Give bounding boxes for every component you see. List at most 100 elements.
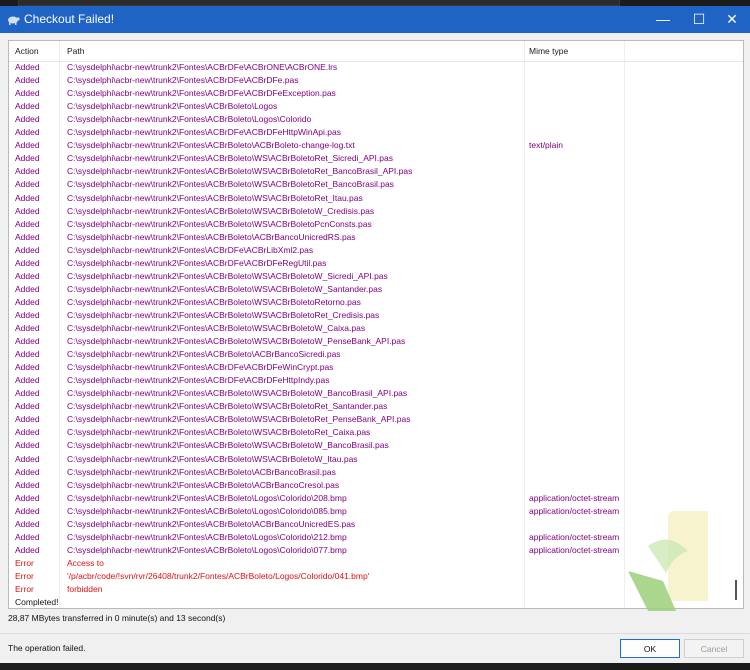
list-item[interactable]: Added C:\sysdelphi\acbr-new\trunk2\Fontes… — [9, 296, 743, 309]
close-button[interactable]: ✕ — [714, 6, 750, 33]
list-item[interactable]: Added C:\sysdelphi\acbr-new\trunk2\Fontes… — [9, 361, 743, 374]
list-item[interactable]: Added C:\sysdelphi\acbr-new\trunk2\Fontes… — [9, 257, 743, 270]
list-item[interactable]: Added C:\sysdelphi\acbr-new\trunk2\Fontes… — [9, 453, 743, 466]
maximize-button[interactable]: ☐ — [681, 6, 717, 33]
row-path: C:\sysdelphi\acbr-new\trunk2\Fontes\ACBr… — [67, 531, 347, 542]
row-path: C:\sysdelphi\acbr-new\trunk2\Fontes\ACBr… — [67, 323, 366, 333]
column-header-action[interactable]: Action — [15, 46, 39, 56]
row-path: C:\sysdelphi\acbr-new\trunk2\Fontes\ACBr… — [67, 414, 411, 425]
list-item[interactable]: Added C:\sysdelphi\acbr-new\trunk2\Fontes… — [9, 192, 743, 205]
list-item[interactable]: Added C:\sysdelphi\acbr-new\trunk2\Fontes… — [9, 205, 743, 218]
list-item[interactable]: Added C:\sysdelphi\acbr-new\trunk2\Fontes… — [9, 126, 743, 139]
list-item[interactable]: Added C:\sysdelphi\acbr-new\trunk2\Fontes… — [9, 178, 743, 191]
row-path: C:\sysdelphi\acbr-new\trunk2\Fontes\ACBr… — [67, 218, 372, 229]
row-action: Added — [15, 153, 40, 164]
row-action: Added — [15, 127, 40, 138]
row-path: C:\sysdelphi\acbr-new\trunk2\Fontes\ACBr… — [67, 401, 388, 412]
row-path: C:\sysdelphi\acbr-new\trunk2\Fontes\ACBr… — [67, 362, 334, 373]
row-action: Added — [15, 88, 40, 99]
list-item[interactable]: Added C:\sysdelphi\acbr-new\trunk2\Fontes… — [9, 387, 743, 400]
row-action: Added — [15, 231, 40, 242]
row-path: Access to — [67, 557, 104, 568]
list-item[interactable]: Added C:\sysdelphi\acbr-new\trunk2\Fontes… — [9, 270, 743, 283]
tortoisesvn-icon — [6, 12, 20, 26]
taskbar-strip — [0, 663, 750, 670]
list-item[interactable]: Added C:\sysdelphi\acbr-new\trunk2\Fontes… — [9, 231, 743, 244]
minimize-button[interactable]: — — [645, 6, 681, 33]
list-item[interactable]: Added C:\sysdelphi\acbr-new\trunk2\Fontes… — [9, 492, 743, 505]
cancel-button[interactable]: Cancel — [684, 639, 744, 658]
row-action: Added — [15, 179, 40, 190]
list-item[interactable]: Added C:\sysdelphi\acbr-new\trunk2\Fontes… — [9, 61, 743, 74]
list-item[interactable]: Added C:\sysdelphi\acbr-new\trunk2\Fontes… — [9, 479, 743, 492]
list-item[interactable]: Added C:\sysdelphi\acbr-new\trunk2\Fontes… — [9, 218, 743, 231]
list-item[interactable]: Added C:\sysdelphi\acbr-new\trunk2\Fontes… — [9, 439, 743, 452]
row-path: C:\sysdelphi\acbr-new\trunk2\Fontes\ACBr… — [67, 127, 341, 138]
row-path: C:\sysdelphi\acbr-new\trunk2\Fontes\ACBr… — [67, 427, 371, 438]
dialog-footer: The operation failed. OK Cancel — [0, 633, 750, 664]
row-action: Added — [15, 205, 40, 216]
list-item[interactable]: Added C:\sysdelphi\acbr-new\trunk2\Fontes… — [9, 335, 743, 348]
row-path: C:\sysdelphi\acbr-new\trunk2\Fontes\ACBr… — [67, 101, 278, 112]
row-path: C:\sysdelphi\acbr-new\trunk2\Fontes\ACBr… — [67, 349, 341, 360]
list-item[interactable]: Added C:\sysdelphi\acbr-new\trunk2\Fontes… — [9, 100, 743, 113]
list-item[interactable]: Added C:\sysdelphi\acbr-new\trunk2\Fontes… — [9, 283, 743, 296]
column-header-path[interactable]: Path — [67, 46, 85, 56]
list-item[interactable]: Added C:\sysdelphi\acbr-new\trunk2\Fontes… — [9, 165, 743, 178]
row-path: C:\sysdelphi\acbr-new\trunk2\Fontes\ACBr… — [67, 453, 358, 464]
row-path: C:\sysdelphi\acbr-new\trunk2\Fontes\ACBr… — [67, 388, 408, 399]
list-item[interactable]: Added C:\sysdelphi\acbr-new\trunk2\Fontes… — [9, 466, 743, 479]
title-bar: Checkout Failed! — ☐ ✕ — [0, 6, 750, 33]
row-action: Added — [15, 218, 40, 229]
row-path: C:\sysdelphi\acbr-new\trunk2\Fontes\ACBr… — [67, 270, 388, 281]
row-action: Added — [15, 544, 40, 555]
list-item[interactable]: Added C:\sysdelphi\acbr-new\trunk2\Fontes… — [9, 74, 743, 87]
row-action: Added — [15, 270, 40, 281]
list-item[interactable]: Added C:\sysdelphi\acbr-new\trunk2\Fontes… — [9, 348, 743, 361]
row-action: Added — [15, 414, 40, 425]
list-header: Action Path Mime type — [9, 41, 743, 62]
row-action: Added — [15, 349, 40, 360]
row-path: C:\sysdelphi\acbr-new\trunk2\Fontes\ACBr… — [67, 505, 347, 516]
row-action: Added — [15, 388, 40, 399]
checkout-dialog: Checkout Failed! — ☐ ✕ Action Path Mime … — [0, 6, 750, 664]
row-action: Added — [15, 427, 40, 438]
row-path: C:\sysdelphi\acbr-new\trunk2\Fontes\ACBr… — [67, 179, 394, 190]
row-path: C:\sysdelphi\acbr-new\trunk2\Fontes\ACBr… — [67, 153, 393, 164]
list-item[interactable]: Added C:\sysdelphi\acbr-new\trunk2\Fontes… — [9, 152, 743, 165]
row-action: Added — [15, 492, 40, 503]
row-path: C:\sysdelphi\acbr-new\trunk2\Fontes\ACBr… — [67, 479, 340, 490]
row-action: Added — [15, 257, 40, 268]
row-path: C:\sysdelphi\acbr-new\trunk2\Fontes\ACBr… — [67, 205, 375, 216]
row-mime-type: application/octet-stream — [529, 492, 620, 503]
row-action: Added — [15, 401, 40, 412]
list-item[interactable]: Added C:\sysdelphi\acbr-new\trunk2\Fontes… — [9, 113, 743, 126]
row-action: Added — [15, 283, 40, 294]
row-path: C:\sysdelphi\acbr-new\trunk2\Fontes\ACBr… — [67, 283, 383, 294]
list-item[interactable]: Added C:\sysdelphi\acbr-new\trunk2\Fontes… — [9, 139, 743, 152]
list-item[interactable]: Added C:\sysdelphi\acbr-new\trunk2\Fontes… — [9, 426, 743, 439]
row-action: Added — [15, 505, 40, 516]
row-action: Added — [15, 114, 40, 125]
list-item[interactable]: Added C:\sysdelphi\acbr-new\trunk2\Fontes… — [9, 87, 743, 100]
list-item[interactable]: Added C:\sysdelphi\acbr-new\trunk2\Fontes… — [9, 374, 743, 387]
list-item[interactable]: Added C:\sysdelphi\acbr-new\trunk2\Fontes… — [9, 400, 743, 413]
row-path: C:\sysdelphi\acbr-new\trunk2\Fontes\ACBr… — [67, 466, 336, 477]
row-action: Added — [15, 75, 40, 86]
row-path: C:\sysdelphi\acbr-new\trunk2\Fontes\ACBr… — [67, 114, 312, 125]
list-item[interactable]: Added C:\sysdelphi\acbr-new\trunk2\Fontes… — [9, 322, 743, 335]
row-path: C:\sysdelphi\acbr-new\trunk2\Fontes\ACBr… — [67, 257, 327, 268]
list-item[interactable]: Added C:\sysdelphi\acbr-new\trunk2\Fontes… — [9, 244, 743, 257]
list-item[interactable]: Added C:\sysdelphi\acbr-new\trunk2\Fontes… — [9, 309, 743, 322]
ok-button[interactable]: OK — [620, 639, 680, 658]
row-action: Added — [15, 518, 40, 529]
row-path: C:\sysdelphi\acbr-new\trunk2\Fontes\ACBr… — [67, 231, 356, 242]
column-header-mime-type[interactable]: Mime type — [529, 46, 568, 56]
row-path: C:\sysdelphi\acbr-new\trunk2\Fontes\ACBr… — [67, 62, 338, 72]
row-action: Added — [15, 362, 40, 373]
list-item[interactable]: Added C:\sysdelphi\acbr-new\trunk2\Fontes… — [9, 413, 743, 426]
row-action: Added — [15, 336, 40, 347]
row-action: Added — [15, 479, 40, 490]
row-action: Added — [15, 244, 40, 255]
scrollbar-thumb[interactable] — [735, 580, 737, 600]
